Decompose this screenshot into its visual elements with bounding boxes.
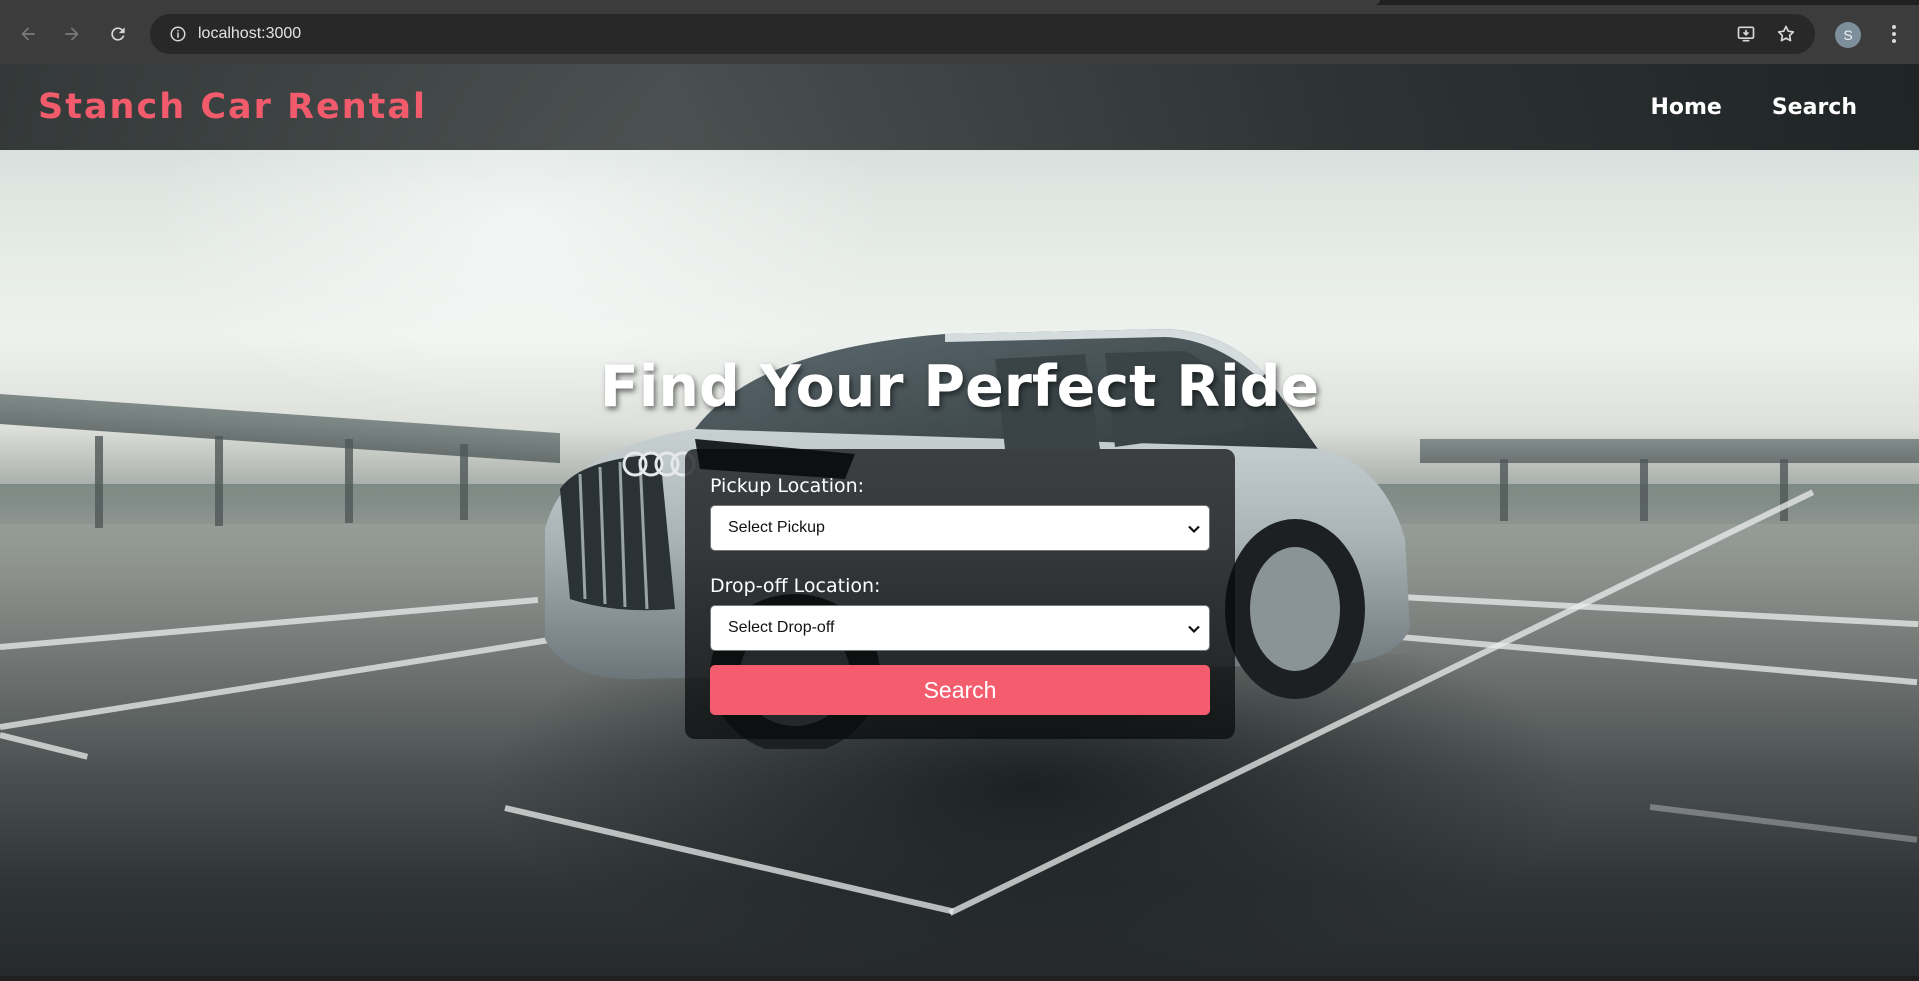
canopy-pillar bbox=[1500, 459, 1508, 521]
tab-strip bbox=[0, 0, 1919, 5]
parking-line bbox=[1399, 594, 1919, 628]
star-icon bbox=[1777, 25, 1795, 42]
url-text[interactable]: localhost:3000 bbox=[198, 25, 301, 43]
browser-menu-button[interactable] bbox=[1882, 20, 1906, 48]
chevron-down-icon bbox=[1188, 625, 1200, 634]
profile-initial: S bbox=[1843, 27, 1853, 43]
install-app-icon bbox=[1737, 26, 1755, 42]
window-bottom-edge bbox=[0, 976, 1919, 981]
search-form: Pickup Location: Select Pickup Drop-off … bbox=[685, 449, 1235, 739]
parking-line bbox=[0, 732, 89, 760]
page-viewport: Stanch Car Rental Home Search Find Your … bbox=[0, 64, 1919, 976]
arrow-left-icon bbox=[21, 27, 35, 41]
site-header: Stanch Car Rental Home Search bbox=[0, 64, 1919, 150]
info-icon bbox=[170, 26, 186, 42]
dropoff-label: Drop-off Location: bbox=[710, 575, 881, 597]
canopy-pillar bbox=[345, 439, 353, 523]
parking-canopy-right bbox=[1420, 439, 1919, 463]
main-nav: Home Search bbox=[1650, 95, 1857, 120]
nav-link-search[interactable]: Search bbox=[1772, 95, 1857, 120]
parking-line bbox=[0, 636, 554, 730]
canopy-pillar bbox=[1780, 459, 1788, 521]
kebab-menu-icon bbox=[1892, 25, 1896, 43]
parking-line bbox=[0, 596, 539, 650]
reload-icon bbox=[111, 27, 125, 41]
reload-button[interactable] bbox=[104, 20, 132, 48]
canopy-pillar bbox=[95, 436, 103, 528]
dropoff-selected-value: Select Drop-off bbox=[728, 619, 835, 636]
pickup-selected-value: Select Pickup bbox=[728, 519, 825, 536]
arrow-right-icon bbox=[65, 27, 79, 41]
install-app-button[interactable] bbox=[1732, 20, 1760, 48]
chevron-down-icon bbox=[1188, 525, 1200, 534]
profile-avatar[interactable]: S bbox=[1835, 22, 1861, 48]
canopy-pillar bbox=[460, 444, 468, 520]
site-info-button[interactable] bbox=[158, 14, 198, 54]
canopy-pillar bbox=[215, 436, 223, 526]
browser-toolbar: localhost:3000 S bbox=[0, 0, 1919, 64]
brand-logo[interactable]: Stanch Car Rental bbox=[38, 87, 427, 127]
nav-link-home[interactable]: Home bbox=[1650, 95, 1721, 120]
forward-button[interactable] bbox=[58, 20, 86, 48]
canopy-pillar bbox=[1640, 459, 1648, 521]
address-bar[interactable]: localhost:3000 bbox=[150, 14, 1815, 54]
dropoff-select[interactable]: Select Drop-off bbox=[710, 605, 1210, 651]
bookmark-button[interactable] bbox=[1772, 20, 1800, 48]
hero-title: Find Your Perfect Ride bbox=[599, 354, 1320, 420]
pickup-select[interactable]: Select Pickup bbox=[710, 505, 1210, 551]
pickup-label: Pickup Location: bbox=[710, 475, 865, 497]
search-button[interactable]: Search bbox=[710, 665, 1210, 715]
back-button[interactable] bbox=[14, 20, 42, 48]
active-tab[interactable] bbox=[0, 0, 1380, 5]
parking-line bbox=[1649, 804, 1918, 843]
